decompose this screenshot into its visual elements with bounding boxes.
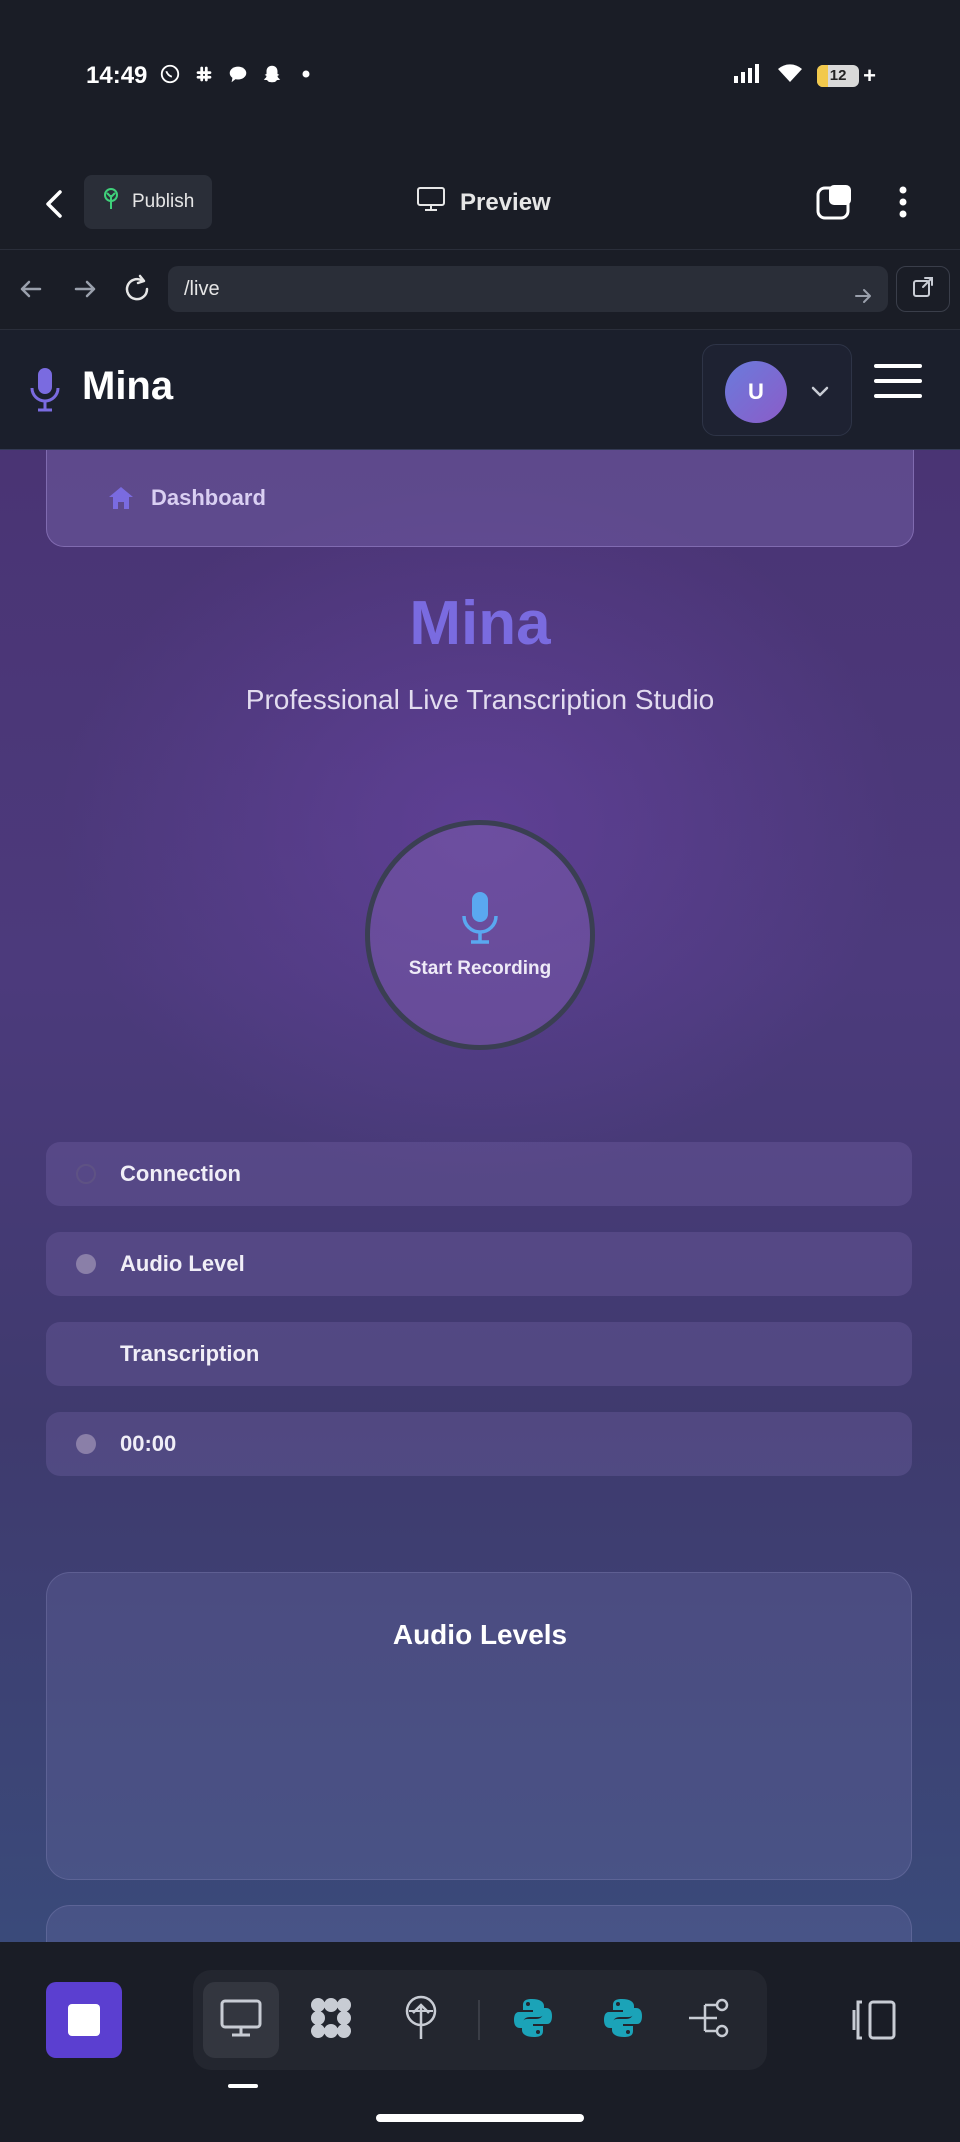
monitor-icon <box>416 186 446 219</box>
status-item-timer: 00:00 <box>46 1412 912 1476</box>
battery-level: 12 <box>829 67 847 84</box>
chevron-down-icon <box>809 381 831 401</box>
url-text: /live <box>184 278 220 300</box>
publish-label: Publish <box>132 191 195 212</box>
whatsapp-icon <box>158 62 182 86</box>
tabs-icon[interactable] <box>815 182 855 222</box>
status-item-connection: Connection <box>46 1142 912 1206</box>
status-label: Connection <box>120 1161 241 1186</box>
go-arrow-icon[interactable] <box>852 278 874 303</box>
dock-extensions[interactable] <box>293 1982 369 2058</box>
status-indicator <box>76 1434 96 1454</box>
active-dock-indicator <box>228 2084 258 2088</box>
main-content: Dashboard Mina Professional Live Transcr… <box>0 450 960 1942</box>
open-external-button[interactable] <box>896 266 950 312</box>
dock-python-1[interactable] <box>495 1982 571 2058</box>
publish-button[interactable]: Publish <box>84 175 212 229</box>
avatar: U <box>725 361 787 423</box>
status-item-transcription: Transcription <box>46 1322 912 1386</box>
status-label: Transcription <box>120 1341 260 1366</box>
puzzle-grid-icon <box>308 1995 354 2046</box>
audio-levels-card: Audio Levels <box>46 1572 912 1880</box>
browser-nav-bar: /live <box>0 250 960 330</box>
dock-separator <box>478 2000 480 2040</box>
more-options-icon[interactable] <box>890 182 916 222</box>
status-indicator <box>76 1254 96 1274</box>
dock-workflow[interactable] <box>671 1982 747 2058</box>
page-subtitle: Professional Live Transcription Studio <box>245 684 715 715</box>
preview-label: Preview <box>460 188 551 216</box>
reload-icon[interactable] <box>120 272 154 306</box>
mic-logo-icon <box>28 366 62 414</box>
app-toolbar: Publish Preview <box>0 160 960 250</box>
start-recording-button[interactable]: Start Recording <box>365 820 595 1050</box>
preview-toggle[interactable]: Preview <box>416 186 551 219</box>
publish-tree-icon <box>401 1995 441 2046</box>
browser-forward-icon[interactable] <box>68 272 102 306</box>
dock <box>193 1970 767 2070</box>
chat-bubble-icon <box>226 62 250 86</box>
split-layout-icon[interactable] <box>852 1998 898 2042</box>
browser-back-icon[interactable] <box>14 272 48 306</box>
status-item-audio-level: Audio Level <box>46 1232 912 1296</box>
stop-icon <box>68 2004 100 2036</box>
status-indicator <box>76 1164 96 1184</box>
dock-publish[interactable] <box>383 1982 459 2058</box>
status-list: Connection Audio Level Transcription 00:… <box>46 1142 912 1502</box>
charging-plus-icon: + <box>863 62 876 88</box>
desktop-icon <box>219 1998 263 2043</box>
microphone-icon <box>460 890 500 946</box>
page-title: Mina <box>409 589 551 658</box>
status-label: Audio Level <box>120 1251 245 1276</box>
python-icon <box>511 1996 555 2045</box>
notification-icons <box>158 62 318 86</box>
home-indicator[interactable] <box>376 2114 584 2122</box>
external-link-icon <box>911 275 935 304</box>
workflow-icon <box>687 1997 731 2044</box>
publish-tree-icon <box>100 187 122 217</box>
timer-display: 00:00 <box>120 1431 177 1456</box>
signal-icon <box>733 62 763 89</box>
user-menu[interactable]: U <box>702 344 852 436</box>
python-icon <box>601 1996 645 2045</box>
system-indicators: 12 + <box>733 62 876 89</box>
url-field[interactable]: /live <box>168 266 888 312</box>
breadcrumb-dashboard-link[interactable]: Dashboard <box>151 485 266 511</box>
status-bar: 14:49 12 + <box>0 0 960 160</box>
hamburger-menu-icon[interactable] <box>874 364 922 398</box>
slack-icon <box>192 62 216 86</box>
snapchat-icon <box>260 62 284 86</box>
breadcrumb: Dashboard <box>46 450 914 547</box>
dot-icon <box>294 62 318 86</box>
wifi-icon <box>775 62 805 89</box>
dock-python-2[interactable] <box>585 1982 661 2058</box>
site-brand[interactable]: Mina <box>82 364 173 409</box>
site-header: Mina U <box>0 330 960 450</box>
status-time: 14:49 <box>86 62 148 89</box>
stop-button[interactable] <box>46 1982 122 2058</box>
next-card <box>46 1905 912 1942</box>
back-chevron-icon[interactable] <box>38 184 72 224</box>
battery-icon: 12 <box>817 64 860 87</box>
start-recording-label: Start Recording <box>408 958 552 979</box>
dock-desktop[interactable] <box>203 1982 279 2058</box>
audio-levels-title: Audio Levels <box>392 1619 568 1650</box>
bottom-bar <box>0 1942 960 2142</box>
home-icon <box>107 484 135 512</box>
